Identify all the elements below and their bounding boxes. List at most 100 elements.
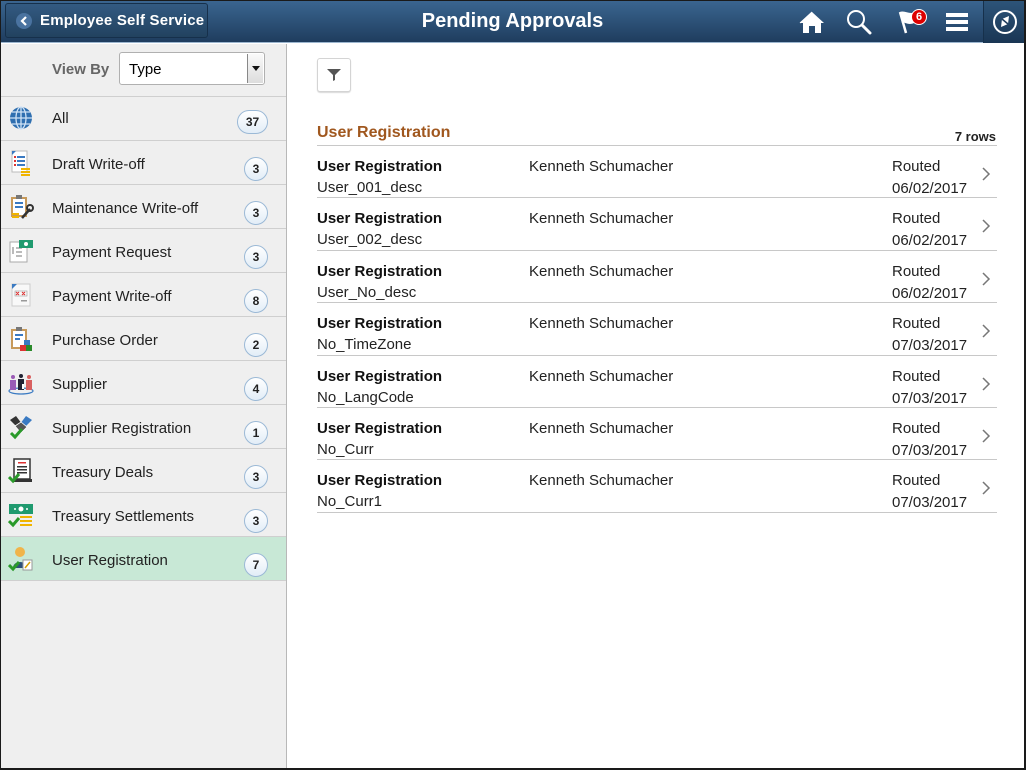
clipboard-blocks-icon [11, 327, 32, 351]
navbar-compass-icon [993, 10, 1017, 34]
sidebar-item-count: 37 [237, 110, 268, 134]
clipboard-wrench-icon [11, 195, 34, 219]
row-requester: Kenneth Schumacher [529, 210, 674, 228]
document-check-icon [8, 458, 32, 484]
sidebar-item-supplier[interactable]: Supplier 4 [1, 361, 286, 405]
sidebar-item-count: 2 [244, 333, 268, 357]
search-icon [847, 10, 872, 35]
sidebar-item-label: Purchase Order [52, 332, 158, 349]
sidebar-item-label: Payment Write-off [52, 288, 172, 305]
rows-count: 7 rows [954, 129, 996, 144]
sidebar-item-count: 7 [244, 553, 268, 577]
header-bar: Employee Self Service Pending Approvals … [1, 1, 1024, 43]
row-date: 06/02/2017 [892, 284, 968, 302]
sidebar-item-label: All [52, 110, 69, 127]
sidebar-item-count: 3 [244, 245, 268, 269]
chevron-right-icon [982, 377, 991, 391]
sidebar-item-count: 3 [244, 201, 268, 225]
main-content: User Registration 7 rows User Registrati… [288, 44, 1024, 768]
sidebar-item-count: 8 [244, 289, 268, 313]
back-button[interactable]: Employee Self Service [5, 3, 208, 38]
chevron-right-icon [982, 481, 991, 495]
row-date: 07/03/2017 [892, 337, 968, 355]
row-status: Routed [892, 262, 941, 280]
chevron-right-icon [982, 167, 991, 181]
people-group-icon [8, 374, 34, 395]
row-requester: Kenneth Schumacher [529, 262, 674, 280]
row-status: Routed [892, 158, 941, 175]
document-list-icon [11, 150, 30, 176]
row-date: 06/02/2017 [892, 232, 968, 250]
row-description: User_001_desc [317, 179, 423, 196]
user-check-icon [8, 547, 33, 572]
payment-writeoff-icon [11, 283, 31, 307]
menu-button[interactable] [941, 7, 973, 37]
row-type: User Registration [317, 262, 443, 280]
view-by-value: Type [129, 61, 162, 78]
approval-row[interactable]: User Registration User_001_desc Kenneth … [317, 146, 997, 199]
row-requester: Kenneth Schumacher [529, 367, 674, 385]
navbar-button[interactable] [983, 1, 1024, 43]
sidebar-item-label: Treasury Deals [52, 464, 154, 481]
approval-row[interactable]: User Registration No_Curr1 Kenneth Schum… [317, 460, 997, 513]
sidebar-item-label: Supplier [52, 376, 108, 393]
row-type: User Registration [317, 419, 443, 437]
caret-down-icon [247, 54, 263, 83]
approval-row[interactable]: User Registration No_LangCode Kenneth Sc… [317, 356, 997, 408]
sidebar-item-payment-request[interactable]: Payment Request 3 [1, 229, 286, 273]
sidebar-item-purchase-order[interactable]: Purchase Order 2 [1, 317, 286, 361]
row-type: User Registration [317, 210, 443, 228]
sidebar-item-payment-write-off[interactable]: Payment Write-off 8 [1, 273, 286, 317]
sidebar-item-draft-write-off[interactable]: Draft Write-off 3 [1, 141, 286, 185]
menu-icon [946, 13, 968, 31]
row-date: 07/03/2017 [892, 441, 968, 459]
row-type: User Registration [317, 158, 443, 175]
sidebar-item-label: Supplier Registration [52, 420, 192, 437]
back-button-label: Employee Self Service [40, 12, 205, 29]
filter-button[interactable] [317, 58, 351, 92]
chevron-right-icon [982, 219, 991, 233]
sidebar-item-label: Payment Request [52, 244, 172, 261]
approval-row[interactable]: User Registration User_No_desc Kenneth S… [317, 251, 997, 304]
view-by-dropdown[interactable]: Type [119, 52, 265, 85]
handshake-check-icon [9, 416, 32, 440]
row-date: 07/03/2017 [892, 494, 968, 512]
notifications-button[interactable]: 6 [894, 7, 927, 37]
payment-document-icon [9, 240, 33, 263]
sidebar-item-count: 4 [244, 377, 268, 401]
row-description: User_No_desc [317, 283, 417, 301]
home-icon [799, 11, 824, 33]
approval-row[interactable]: User Registration No_TimeZone Kenneth Sc… [317, 303, 997, 356]
sidebar-item-treasury-settlements[interactable]: Treasury Settlements 3 [1, 493, 286, 537]
row-date: 07/03/2017 [892, 389, 968, 407]
sidebar-item-label: Draft Write-off [52, 156, 145, 173]
approval-row[interactable]: User Registration No_Curr Kenneth Schuma… [317, 408, 997, 461]
approval-list: User Registration User_001_desc Kenneth … [317, 145, 997, 513]
sidebar-item-count: 1 [244, 421, 268, 445]
row-status: Routed [892, 472, 941, 490]
money-check-icon [8, 504, 33, 528]
row-requester: Kenneth Schumacher [529, 472, 674, 490]
row-type: User Registration [317, 367, 443, 385]
sidebar: View By Type All 37 Draft Write-off 3 Ma… [1, 44, 287, 768]
row-description: No_Curr1 [317, 493, 383, 511]
sidebar-item-count: 3 [244, 509, 268, 533]
home-button[interactable] [796, 7, 828, 37]
row-type: User Registration [317, 315, 443, 333]
view-by-section: View By Type [1, 44, 286, 97]
view-by-label: View By [52, 61, 110, 78]
sidebar-item-label: Maintenance Write-off [52, 200, 199, 217]
globe-icon [10, 106, 32, 130]
sidebar-item-maintenance-write-off[interactable]: Maintenance Write-off 3 [1, 185, 286, 229]
sidebar-item-user-registration[interactable]: User Registration 7 [1, 537, 286, 581]
search-button[interactable] [843, 7, 875, 37]
row-status: Routed [892, 210, 941, 228]
row-description: No_TimeZone [317, 336, 412, 354]
sidebar-item-all[interactable]: All 37 [1, 97, 286, 141]
row-requester: Kenneth Schumacher [529, 315, 674, 333]
sidebar-item-label: Treasury Settlements [52, 508, 194, 525]
sidebar-item-treasury-deals[interactable]: Treasury Deals 3 [1, 449, 286, 493]
sidebar-item-supplier-registration[interactable]: Supplier Registration 1 [1, 405, 286, 449]
approval-row[interactable]: User Registration User_002_desc Kenneth … [317, 198, 997, 251]
row-requester: Kenneth Schumacher [529, 419, 674, 437]
